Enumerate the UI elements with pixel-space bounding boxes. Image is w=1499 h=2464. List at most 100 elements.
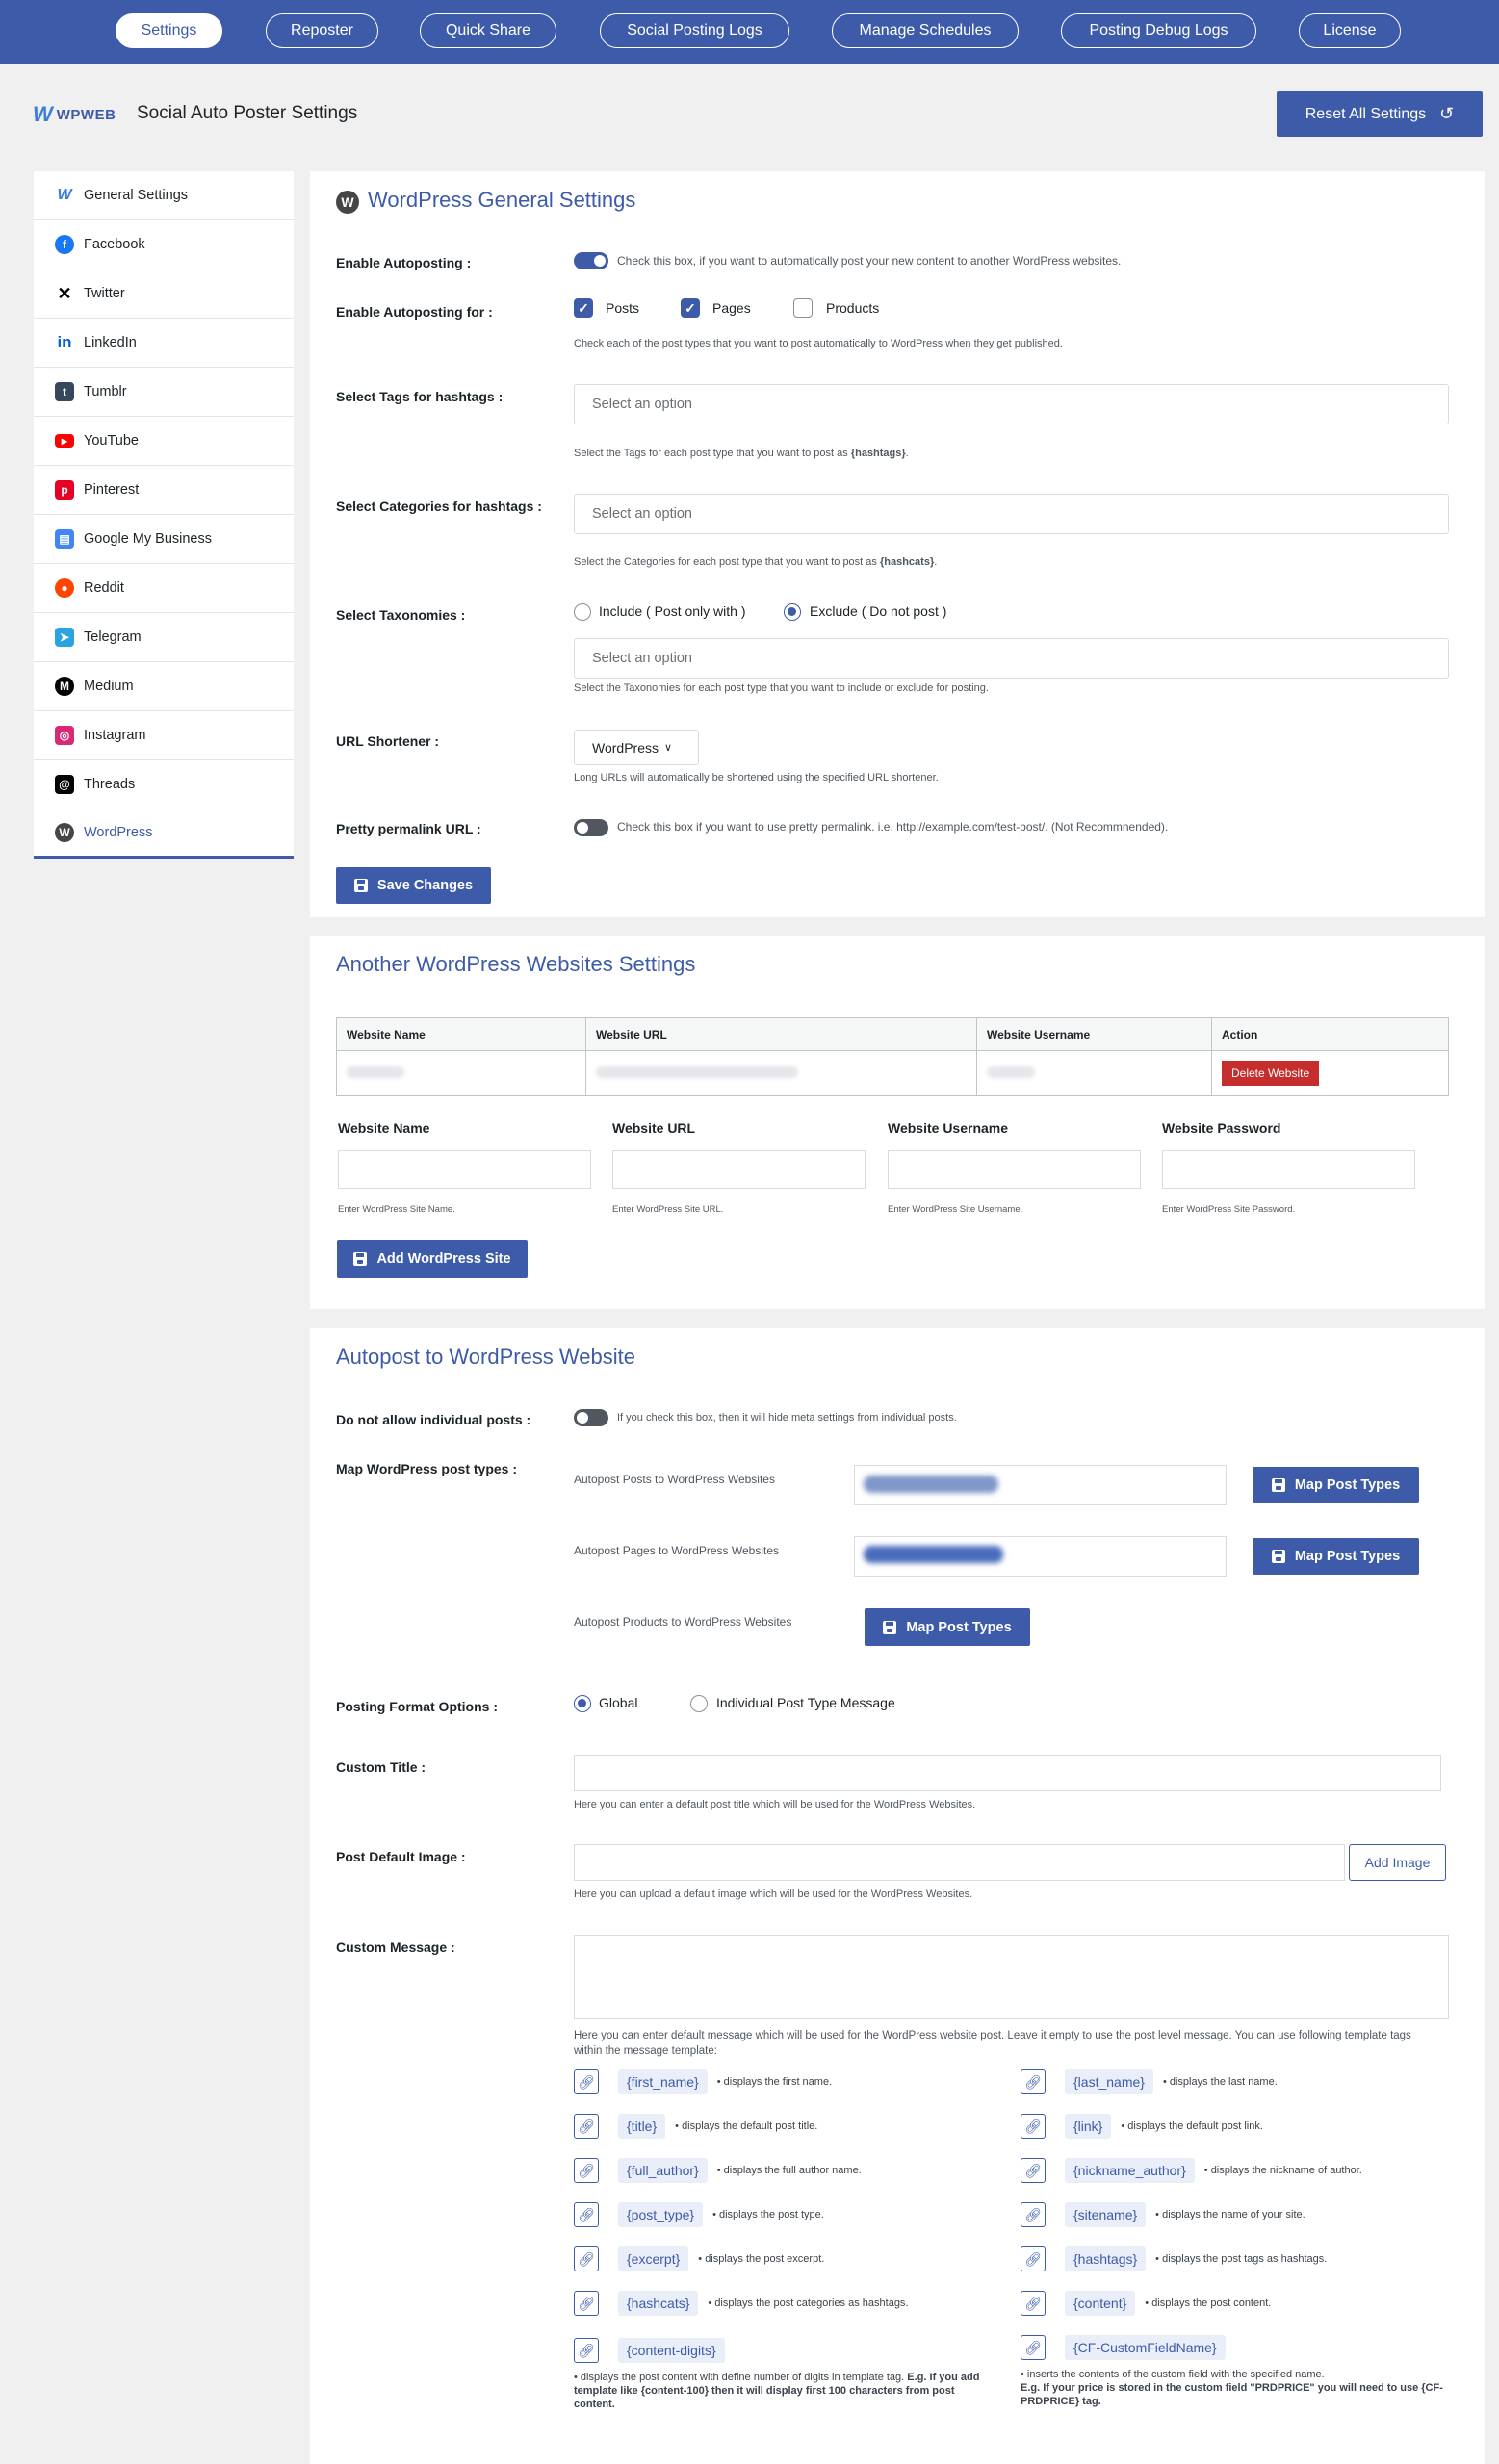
- taxonomies-label: Select Taxonomies :: [336, 607, 466, 623]
- categories-select[interactable]: Select an option: [574, 494, 1449, 534]
- link-icon[interactable]: 🔗︎: [574, 2202, 599, 2227]
- custom-title-input[interactable]: [574, 1755, 1441, 1791]
- sidebar-item-label: Reddit: [84, 580, 124, 596]
- sidebar-item-label: Instagram: [84, 728, 146, 743]
- tab-manage-schedules[interactable]: Manage Schedules: [832, 13, 1019, 48]
- template-tag[interactable]: {link}: [1065, 2114, 1112, 2139]
- link-icon[interactable]: 🔗︎: [574, 2291, 599, 2316]
- url-shortener-select[interactable]: WordPress ∨: [574, 730, 699, 765]
- sidebar-item-linkedin[interactable]: in LinkedIn: [34, 319, 294, 368]
- template-tag-desc: • displays the post excerpt.: [698, 2253, 825, 2265]
- sidebar-item-telegram[interactable]: ➤ Telegram: [34, 613, 294, 662]
- default-image-input[interactable]: [574, 1844, 1345, 1881]
- sidebar-item-label: Medium: [84, 679, 134, 694]
- link-icon[interactable]: 🔗︎: [574, 2114, 599, 2139]
- exclude-radio[interactable]: [784, 603, 801, 621]
- sidebar-item-pinterest[interactable]: p Pinterest: [34, 466, 294, 515]
- map-post-types-button[interactable]: Map Post Types: [1253, 1538, 1419, 1575]
- include-radio[interactable]: [574, 603, 591, 621]
- template-tag[interactable]: {full_author}: [618, 2158, 708, 2183]
- template-tag[interactable]: {hashcats}: [618, 2291, 699, 2316]
- tab-license[interactable]: License: [1299, 13, 1401, 48]
- link-icon[interactable]: 🔗︎: [574, 2069, 599, 2094]
- enable-autoposting-toggle[interactable]: [574, 252, 608, 270]
- save-changes-button[interactable]: Save Changes: [336, 867, 491, 904]
- map-post-types-button[interactable]: Map Post Types: [1253, 1467, 1419, 1503]
- no-individual-posts-toggle[interactable]: [574, 1409, 608, 1426]
- sidebar-item-tumblr[interactable]: t Tumblr: [34, 368, 294, 417]
- template-tag[interactable]: {title}: [618, 2114, 666, 2139]
- tab-reposter[interactable]: Reposter: [266, 13, 378, 48]
- sidebar-item-general-settings[interactable]: W General Settings: [34, 171, 294, 220]
- posting-format-label: Posting Format Options :: [336, 1699, 498, 1714]
- google-my-business-icon: ▤: [55, 529, 74, 549]
- template-tag[interactable]: {post_type}: [618, 2202, 704, 2227]
- url-shortener-label: URL Shortener :: [336, 733, 440, 749]
- tab-posting-debug-logs[interactable]: Posting Debug Logs: [1061, 13, 1256, 48]
- website-url-input[interactable]: [612, 1150, 866, 1189]
- pages-checkbox[interactable]: ✓: [681, 298, 700, 318]
- sidebar-item-label: Google My Business: [84, 531, 212, 547]
- sidebar-item-reddit[interactable]: ● Reddit: [34, 564, 294, 613]
- tags-select[interactable]: Select an option: [574, 384, 1449, 424]
- website-name-input[interactable]: [338, 1150, 591, 1189]
- website-username-desc: Enter WordPress Site Username.: [888, 1204, 1023, 1215]
- tab-social-posting-logs[interactable]: Social Posting Logs: [600, 13, 789, 48]
- template-tag[interactable]: {content-digits}: [618, 2338, 725, 2363]
- template-tag-desc: • displays the last name.: [1162, 2076, 1278, 2088]
- link-icon[interactable]: 🔗︎: [1021, 2335, 1046, 2360]
- sidebar-item-twitter[interactable]: ✕ Twitter: [34, 270, 294, 319]
- sidebar-item-wordpress[interactable]: W WordPress: [34, 809, 294, 859]
- template-tag-row: 🔗︎ {hashtags} • displays the post tags a…: [1021, 2246, 1327, 2272]
- template-tag[interactable]: {content}: [1065, 2291, 1136, 2316]
- sidebar-item-facebook[interactable]: f Facebook: [34, 220, 294, 270]
- add-image-button[interactable]: Add Image: [1349, 1844, 1446, 1881]
- posts-label: Posts: [606, 300, 640, 316]
- sidebar-item-google-my-business[interactable]: ▤ Google My Business: [34, 515, 294, 564]
- table-cell-url: [585, 1050, 977, 1096]
- map-post-types-button[interactable]: Map Post Types: [865, 1608, 1030, 1646]
- link-icon[interactable]: 🔗︎: [574, 2338, 599, 2363]
- pretty-permalink-toggle[interactable]: [574, 819, 608, 836]
- custom-message-textarea[interactable]: [574, 1935, 1449, 2019]
- individual-message-radio[interactable]: [690, 1695, 708, 1712]
- delete-website-button[interactable]: Delete Website: [1222, 1061, 1320, 1086]
- template-tag-row: 🔗︎ {nickname_author} • displays the nick…: [1021, 2158, 1362, 2183]
- sidebar-item-threads[interactable]: @ Threads: [34, 760, 294, 809]
- template-tag-row: 🔗︎ {content-digits}: [574, 2338, 735, 2363]
- website-password-input[interactable]: [1162, 1150, 1415, 1189]
- linkedin-icon: in: [57, 333, 72, 351]
- reset-all-settings-button[interactable]: Reset All Settings ↺: [1277, 91, 1483, 137]
- link-icon[interactable]: 🔗︎: [1021, 2069, 1046, 2094]
- link-icon[interactable]: 🔗︎: [1021, 2202, 1046, 2227]
- link-icon[interactable]: 🔗︎: [1021, 2246, 1046, 2272]
- template-tag[interactable]: {excerpt}: [618, 2246, 689, 2272]
- template-tag[interactable]: {nickname_author}: [1065, 2158, 1195, 2183]
- link-icon[interactable]: 🔗︎: [1021, 2114, 1046, 2139]
- add-wordpress-site-button[interactable]: Add WordPress Site: [337, 1240, 528, 1278]
- enable-autoposting-for-label: Enable Autoposting for :: [336, 304, 493, 320]
- taxonomies-select[interactable]: Select an option: [574, 638, 1449, 679]
- tab-settings[interactable]: Settings: [116, 13, 222, 48]
- template-tag[interactable]: {last_name}: [1065, 2069, 1153, 2094]
- link-icon[interactable]: 🔗︎: [1021, 2158, 1046, 2183]
- template-tag[interactable]: {hashtags}: [1065, 2246, 1147, 2272]
- template-tag[interactable]: {CF-CustomFieldName}: [1065, 2335, 1226, 2360]
- global-radio[interactable]: [574, 1695, 591, 1712]
- products-checkbox[interactable]: [793, 298, 813, 318]
- table-row: Delete Website: [336, 1050, 1449, 1096]
- sidebar-item-medium[interactable]: M Medium: [34, 662, 294, 711]
- link-icon[interactable]: 🔗︎: [574, 2246, 599, 2272]
- posts-checkbox[interactable]: ✓: [574, 298, 593, 318]
- link-icon[interactable]: 🔗︎: [1021, 2291, 1046, 2316]
- template-tag[interactable]: {sitename}: [1065, 2202, 1147, 2227]
- sidebar-item-youtube[interactable]: ▶ YouTube: [34, 417, 294, 466]
- wpweb-logo: W WPWEB: [33, 102, 116, 127]
- template-tag[interactable]: {first_name}: [618, 2069, 708, 2094]
- link-icon[interactable]: 🔗︎: [574, 2158, 599, 2183]
- tab-quick-share[interactable]: Quick Share: [420, 13, 556, 48]
- sidebar-item-label: General Settings: [84, 188, 189, 203]
- sidebar-item-instagram[interactable]: ◎ Instagram: [34, 711, 294, 760]
- template-tag-desc: • displays the default post link.: [1121, 2120, 1263, 2132]
- website-username-input[interactable]: [888, 1150, 1141, 1189]
